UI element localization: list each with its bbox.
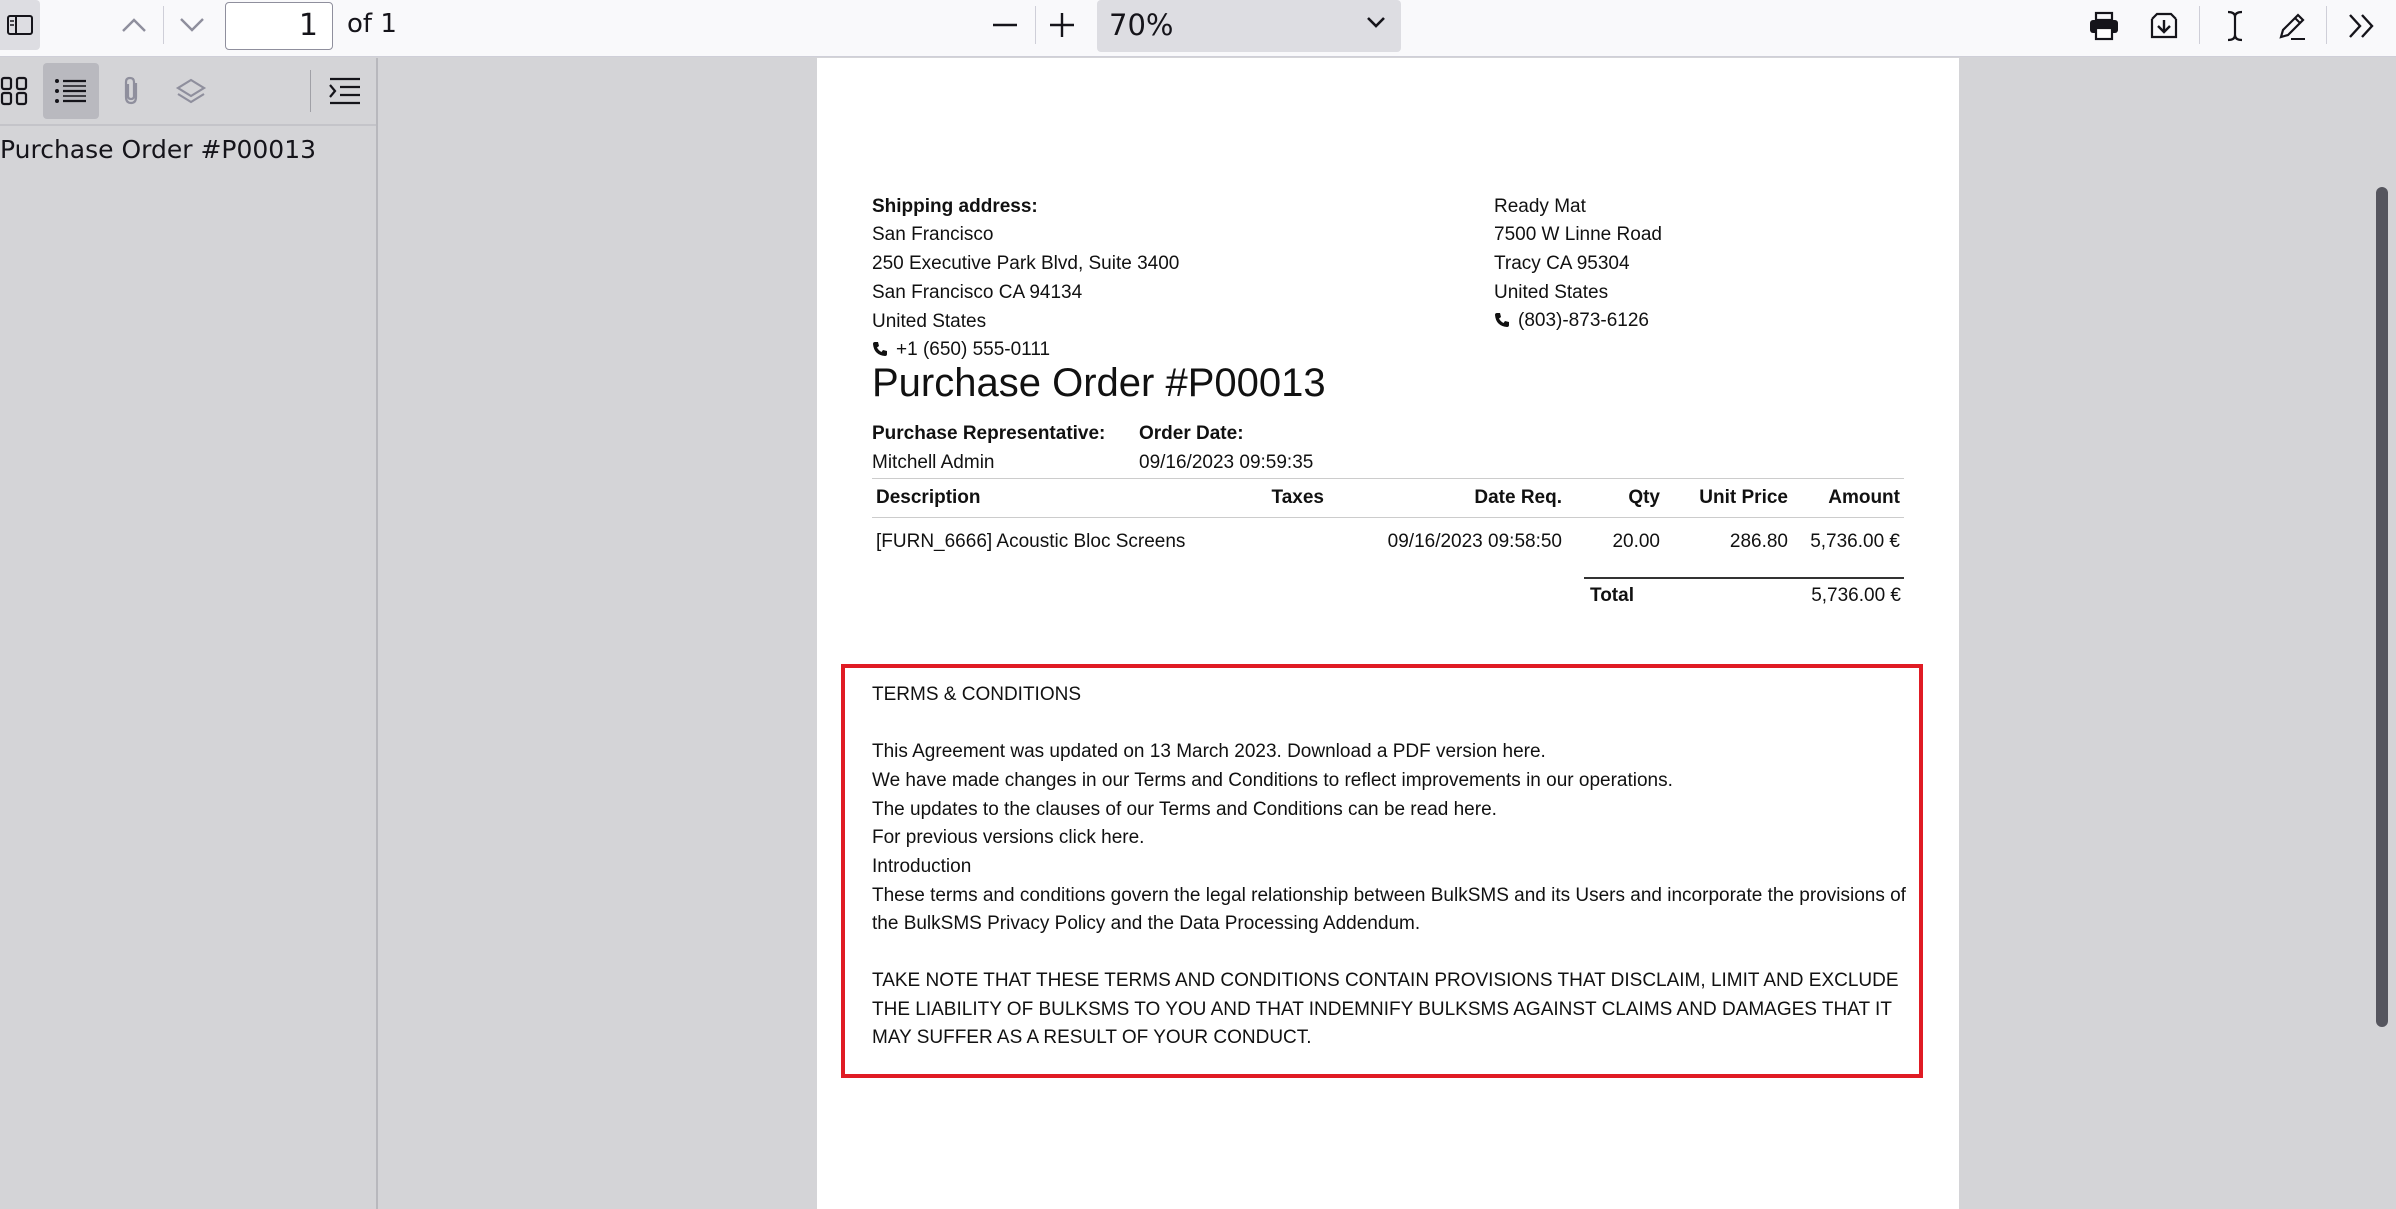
total-divider (1584, 577, 1904, 579)
draw-icon[interactable] (2272, 6, 2312, 46)
column-header: Unit Price (1664, 478, 1792, 518)
terms-line: The updates to the clauses of our Terms … (872, 799, 1497, 820)
next-page-icon[interactable] (172, 5, 212, 45)
terms-notice-line: THE LIABILITY OF BULKSMS TO YOU AND THAT… (872, 999, 1892, 1020)
shipping-line: United States (872, 311, 987, 332)
current-outline-item-icon[interactable] (317, 63, 373, 119)
sidebar-toggle-icon[interactable] (0, 0, 40, 50)
vendor-line: 7500 W Linne Road (1494, 224, 1662, 245)
table-header-row: Description Taxes Date Req. Qty Unit Pri… (872, 478, 1904, 518)
table-cell (1250, 518, 1328, 567)
text-cursor-icon[interactable] (2215, 6, 2255, 46)
vendor-phone: (803)-873-6126 (1494, 307, 1649, 338)
total-value: 5,736.00 € (1811, 585, 1901, 606)
document-title: Purchase Order #P00013 (872, 361, 1326, 405)
order-date-value: 09/16/2023 09:59:35 (1139, 452, 1314, 473)
column-header: Amount (1792, 478, 1904, 518)
previous-page-icon[interactable] (114, 5, 154, 45)
table-row: [FURN_6666] Acoustic Bloc Screens 09/16/… (872, 518, 1904, 567)
shipping-line: San Francisco CA 94134 (872, 282, 1083, 303)
shipping-address-label: Shipping address: (872, 196, 1038, 217)
zoom-value: 70% (1109, 8, 1174, 42)
print-icon[interactable] (2084, 6, 2124, 46)
table-cell: 5,736.00 € (1810, 531, 1900, 552)
table-cell: 286.80 (1729, 531, 1788, 552)
terms-line: This Agreement was updated on 13 March 2… (872, 741, 1546, 762)
chevron-down-icon (1365, 14, 1387, 35)
page-number-input[interactable]: 1 (225, 2, 333, 50)
outline-icon[interactable] (43, 63, 99, 119)
zoom-select[interactable]: 70% (1097, 0, 1401, 52)
terms-line: the BulkSMS Privacy Policy and the Data … (872, 913, 1421, 934)
zoom-in-icon[interactable] (1042, 5, 1082, 45)
table-cell: 09/16/2023 09:58:50 (1387, 531, 1562, 552)
shipping-line: 250 Executive Park Blvd, Suite 3400 (872, 253, 1180, 274)
outline-item[interactable]: Purchase Order #P00013 (0, 135, 316, 164)
terms-line: These terms and conditions govern the le… (872, 885, 1906, 906)
terms-notice-line: TAKE NOTE THAT THESE TERMS AND CONDITION… (872, 970, 1899, 991)
page-count-label: of 1 (347, 9, 397, 39)
order-lines-table: Description Taxes Date Req. Qty Unit Pri… (872, 478, 1904, 566)
column-header: Taxes (1250, 478, 1328, 518)
vertical-scrollbar[interactable] (2376, 187, 2388, 1027)
purchase-rep-value: Mitchell Admin (872, 452, 995, 473)
vendor-line: Ready Mat (1494, 196, 1586, 217)
terms-line: We have made changes in our Terms and Co… (872, 770, 1673, 791)
terms-notice-line: MAY SUFFER AS A RESULT OF YOUR CONDUCT. (872, 1027, 1312, 1048)
attachments-icon[interactable] (104, 63, 160, 119)
vendor-line: Tracy CA 95304 (1494, 253, 1630, 274)
tools-icon[interactable] (2342, 6, 2382, 46)
column-header: Description (872, 478, 1250, 518)
layers-icon[interactable] (163, 63, 219, 119)
table-cell: [FURN_6666] Acoustic Bloc Screens (876, 531, 1186, 552)
terms-line: For previous versions click here. (872, 827, 1145, 848)
column-header: Qty (1566, 478, 1664, 518)
zoom-out-icon[interactable] (985, 5, 1025, 45)
column-header: Date Req. (1328, 478, 1566, 518)
terms-line: Introduction (872, 856, 972, 877)
sidebar: Purchase Order #P00013 (0, 58, 378, 1209)
vendor-phone-number: (803)-873-6126 (1518, 310, 1649, 331)
phone-icon (1494, 309, 1510, 338)
document-page: Shipping address: San Francisco 250 Exec… (817, 58, 1959, 1209)
shipping-line: San Francisco (872, 224, 994, 245)
sidebar-toolbar (0, 58, 376, 126)
order-date-label: Order Date: (1139, 423, 1244, 444)
vendor-line: United States (1494, 282, 1609, 303)
table-cell: 20.00 (1612, 531, 1660, 552)
shipping-phone-number: +1 (650) 555-0111 (896, 339, 1051, 360)
save-icon[interactable] (2144, 6, 2184, 46)
total-label: Total (1590, 585, 1634, 606)
thumbnails-icon[interactable] (0, 63, 42, 119)
viewer-toolbar: 1 of 1 70% (0, 0, 2396, 57)
terms-heading: TERMS & CONDITIONS (872, 684, 1082, 705)
purchase-rep-label: Purchase Representative: (872, 423, 1106, 444)
